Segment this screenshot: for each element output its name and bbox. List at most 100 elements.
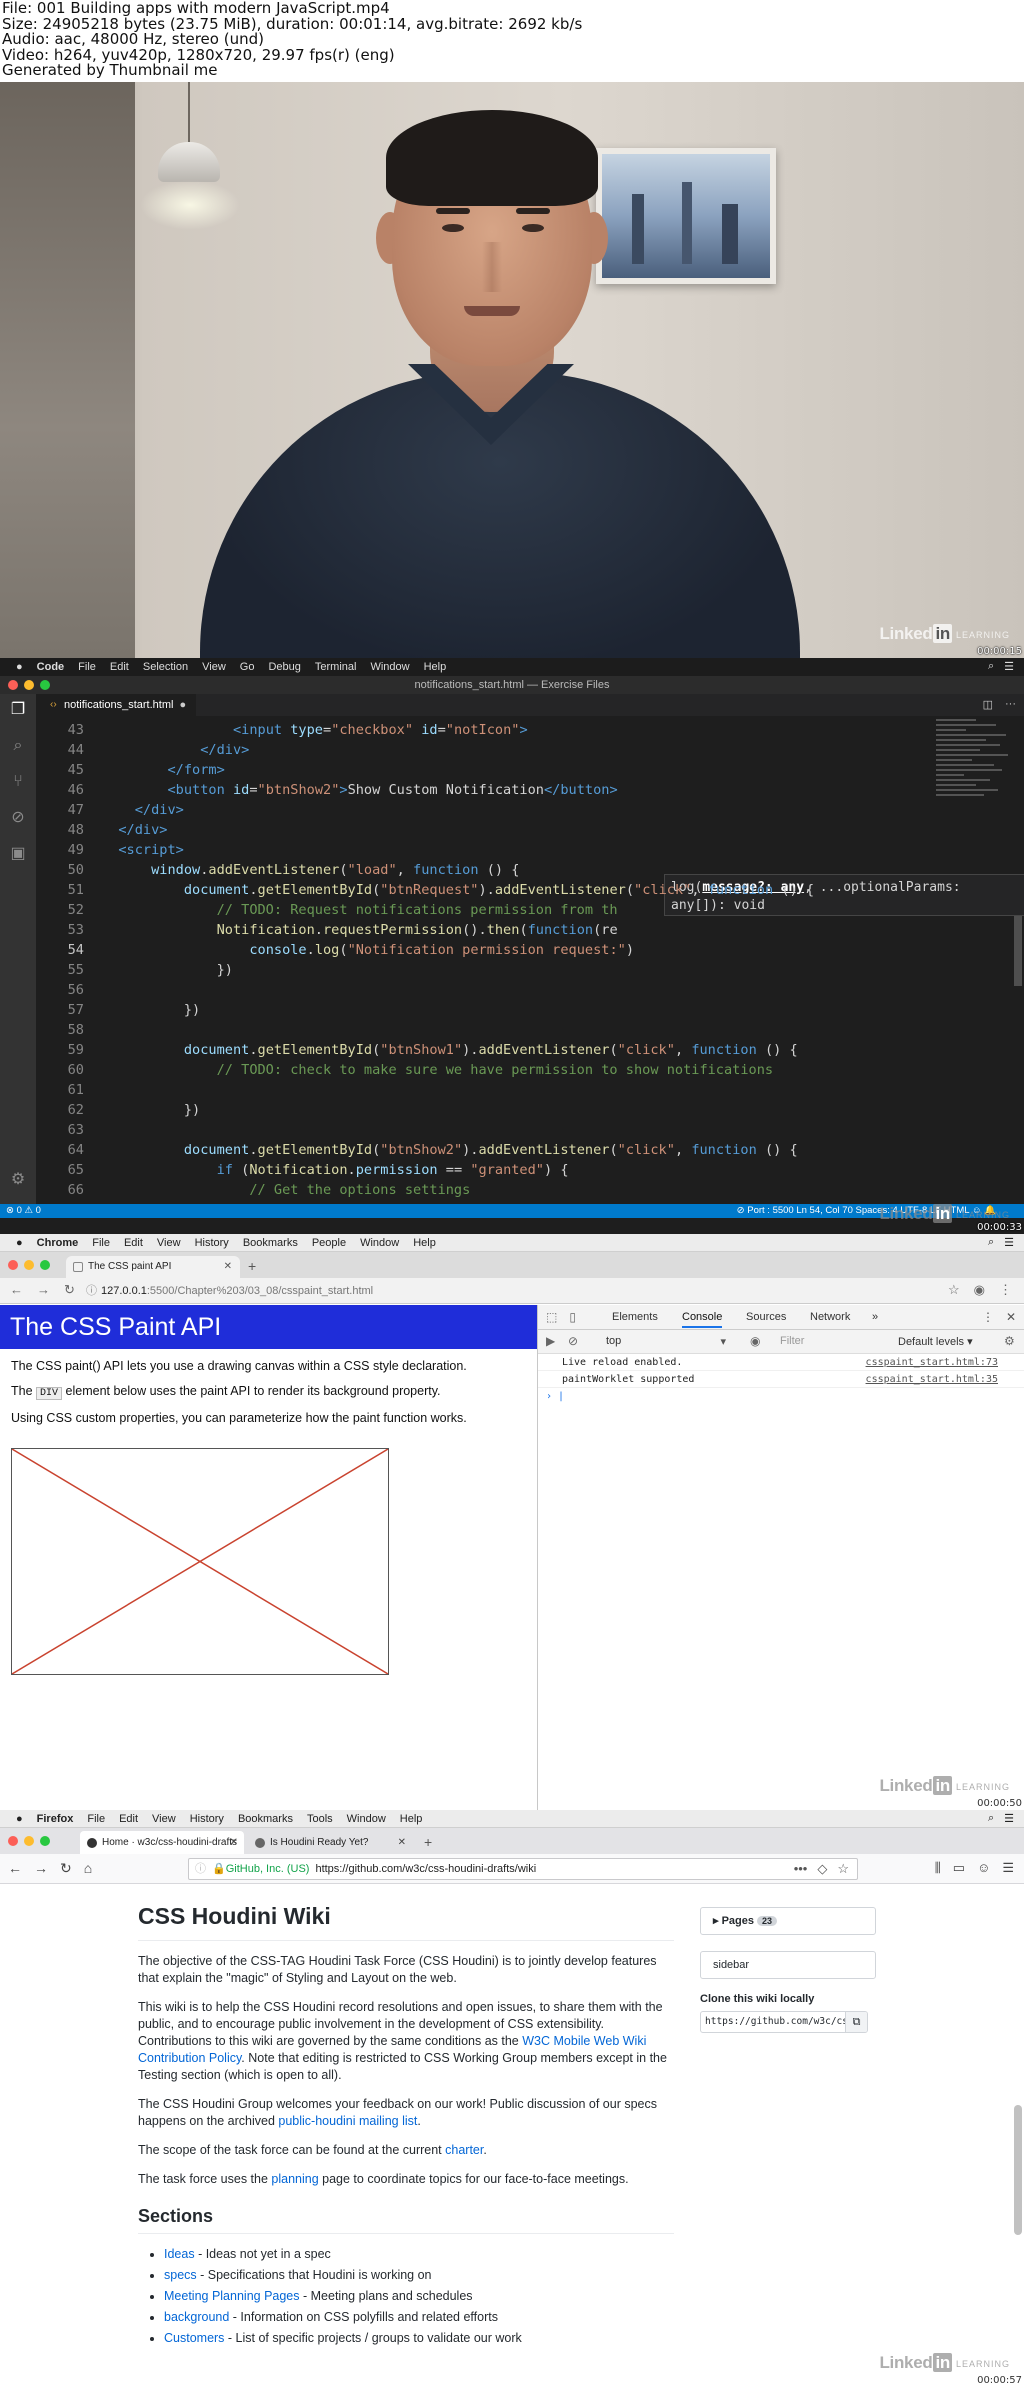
code-line[interactable]: 63 — [36, 1120, 102, 1140]
tab-houdini-wiki[interactable]: Home · w3c/css-houdini-drafts ✕ — [80, 1831, 244, 1854]
more-tabs-icon[interactable]: » — [872, 1311, 878, 1323]
search-icon[interactable]: ⌕ — [988, 1236, 994, 1249]
star-icon[interactable]: ☆ — [948, 1282, 960, 1298]
menu-people[interactable]: People — [312, 1237, 346, 1249]
code-line[interactable]: 45 </form> — [36, 760, 225, 780]
tab-notifications-start[interactable]: ‹› notifications_start.html ● — [36, 694, 196, 716]
close-icon[interactable]: ✕ — [230, 1831, 238, 1854]
code-line[interactable]: 66 // Get the options settings — [36, 1180, 471, 1200]
source-link[interactable]: csspaint_start.html:35 — [866, 1371, 998, 1388]
gear-icon[interactable]: ⚙ — [1004, 1334, 1015, 1348]
background-link[interactable]: background — [164, 2310, 229, 2324]
code-line[interactable]: 44 </div> — [36, 740, 250, 760]
git-icon[interactable]: ⑂ — [8, 772, 28, 792]
window-controls[interactable] — [8, 680, 50, 690]
code-line[interactable]: 56 — [36, 980, 102, 1000]
code-line[interactable]: 54 console.log("Notification permission … — [36, 940, 634, 960]
planning-link[interactable]: planning — [271, 2172, 318, 2186]
menu-go[interactable]: Go — [240, 661, 255, 673]
files-icon[interactable]: ❐ — [8, 700, 28, 720]
menu-debug[interactable]: Debug — [268, 661, 300, 673]
library-icon[interactable]: ⫼ — [935, 1860, 941, 1876]
code-line[interactable]: 60 // TODO: check to make sure we have p… — [36, 1060, 773, 1080]
menu-window[interactable]: Window — [370, 661, 409, 673]
code-line[interactable]: 55 }) — [36, 960, 233, 980]
home-icon[interactable]: ⌂ — [84, 1860, 92, 1877]
sidebar-icon[interactable]: ▶ — [546, 1334, 555, 1348]
code-line[interactable]: 51 document.getElementById("btnRequest")… — [36, 880, 814, 900]
charter-link[interactable]: charter — [445, 2143, 483, 2157]
menu-help[interactable]: Help — [400, 1813, 423, 1825]
console-prompt[interactable]: › | — [538, 1388, 1024, 1405]
page-scrollbar[interactable] — [1014, 2105, 1022, 2235]
info-icon[interactable]: ⓘ — [86, 1285, 97, 1297]
gear-icon[interactable]: ⚙ — [8, 1170, 28, 1190]
reload-icon[interactable]: ↻ — [60, 1860, 72, 1877]
pages-toggle[interactable]: ▸ Pages 23 — [700, 1907, 876, 1935]
menu-edit[interactable]: Edit — [110, 661, 129, 673]
apple-icon[interactable]: ● — [16, 1237, 23, 1249]
menu-bookmarks[interactable]: Bookmarks — [238, 1813, 293, 1825]
close-icon[interactable]: ✕ — [224, 1256, 232, 1278]
profile-icon[interactable]: ◉ — [974, 1282, 985, 1298]
list-icon[interactable]: ☰ — [1004, 1812, 1014, 1825]
menu-file[interactable]: File — [87, 1813, 105, 1825]
menu-edit[interactable]: Edit — [124, 1237, 143, 1249]
close-icon[interactable]: ✕ — [1006, 1310, 1016, 1324]
inspect-icon[interactable]: ⬚ — [546, 1310, 557, 1324]
extensions-icon[interactable]: ▣ — [8, 844, 28, 864]
menu-bookmarks[interactable]: Bookmarks — [243, 1237, 298, 1249]
sidebar-icon[interactable]: ▭ — [953, 1860, 965, 1876]
code-line[interactable]: 61 — [36, 1080, 102, 1100]
close-icon[interactable]: ✕ — [398, 1831, 406, 1854]
code-line[interactable]: 52 // TODO: Request notifications permis… — [36, 900, 618, 920]
debug-icon[interactable]: ⊘ — [8, 808, 28, 828]
menu-icon[interactable]: ☰ — [1002, 1860, 1014, 1876]
menu-tools[interactable]: Tools — [307, 1813, 333, 1825]
window-controls[interactable] — [8, 1260, 50, 1270]
customers-link[interactable]: Customers — [164, 2331, 224, 2345]
device-icon[interactable]: ▯ — [569, 1310, 576, 1324]
eye-icon[interactable]: ◉ — [750, 1334, 760, 1348]
back-icon[interactable]: ← — [10, 1282, 23, 1298]
menu-app[interactable]: Chrome — [37, 1237, 79, 1249]
menu-history[interactable]: History — [195, 1237, 229, 1249]
clear-console-icon[interactable]: ⊘ — [568, 1334, 578, 1348]
menu-app[interactable]: Firefox — [37, 1813, 74, 1825]
tab-network[interactable]: Network — [810, 1311, 850, 1323]
code-line[interactable]: 62 }) — [36, 1100, 201, 1120]
search-icon[interactable]: ⌕ — [988, 660, 994, 673]
code-line[interactable]: 43 <input type="checkbox" id="notIcon"> — [36, 720, 528, 740]
reader-icon[interactable]: ☺ — [977, 1860, 990, 1876]
menu-view[interactable]: View — [202, 661, 226, 673]
pocket-icon[interactable]: ◇ — [817, 1859, 827, 1879]
code-line[interactable]: 46 <button id="btnShow2">Show Custom Not… — [36, 780, 618, 800]
reload-icon[interactable]: ↻ — [64, 1282, 75, 1298]
code-line[interactable]: 47 </div> — [36, 800, 184, 820]
menu-terminal[interactable]: Terminal — [315, 661, 357, 673]
menu-view[interactable]: View — [157, 1237, 181, 1249]
code-line[interactable]: 58 — [36, 1020, 102, 1040]
levels-select[interactable]: Default levels ▾ — [898, 1335, 973, 1348]
meeting-planning-link[interactable]: Meeting Planning Pages — [164, 2289, 300, 2303]
tab-is-houdini-ready[interactable]: Is Houdini Ready Yet? ✕ — [248, 1831, 412, 1854]
page-actions-icon[interactable]: ••• — [794, 1859, 808, 1879]
code-line[interactable]: 48 </div> — [36, 820, 168, 840]
menu-history[interactable]: History — [190, 1813, 224, 1825]
forward-icon[interactable]: → — [34, 1860, 48, 1877]
specs-link[interactable]: specs — [164, 2268, 197, 2282]
code-line[interactable]: 49 <script> — [36, 840, 184, 860]
tab-sources[interactable]: Sources — [746, 1311, 786, 1323]
info-icon[interactable]: ⓘ — [195, 1863, 206, 1875]
menu-icon[interactable]: ⋮ — [999, 1282, 1012, 1298]
menu-help[interactable]: Help — [413, 1237, 436, 1249]
menu-window[interactable]: Window — [347, 1813, 386, 1825]
url-field[interactable]: ⓘ 127.0.0.1:5500/Chapter%203/03_08/csspai… — [86, 1282, 926, 1300]
tab-console[interactable]: Console — [682, 1311, 723, 1328]
tab-elements[interactable]: Elements — [612, 1311, 658, 1323]
menu-file[interactable]: File — [92, 1237, 110, 1249]
mailing-list-link[interactable]: public-houdini mailing list — [278, 2114, 417, 2128]
new-tab-icon[interactable]: + — [424, 1834, 432, 1850]
code-line[interactable]: 59 document.getElementById("btnShow1").a… — [36, 1040, 798, 1060]
apple-icon[interactable]: ● — [16, 661, 23, 673]
